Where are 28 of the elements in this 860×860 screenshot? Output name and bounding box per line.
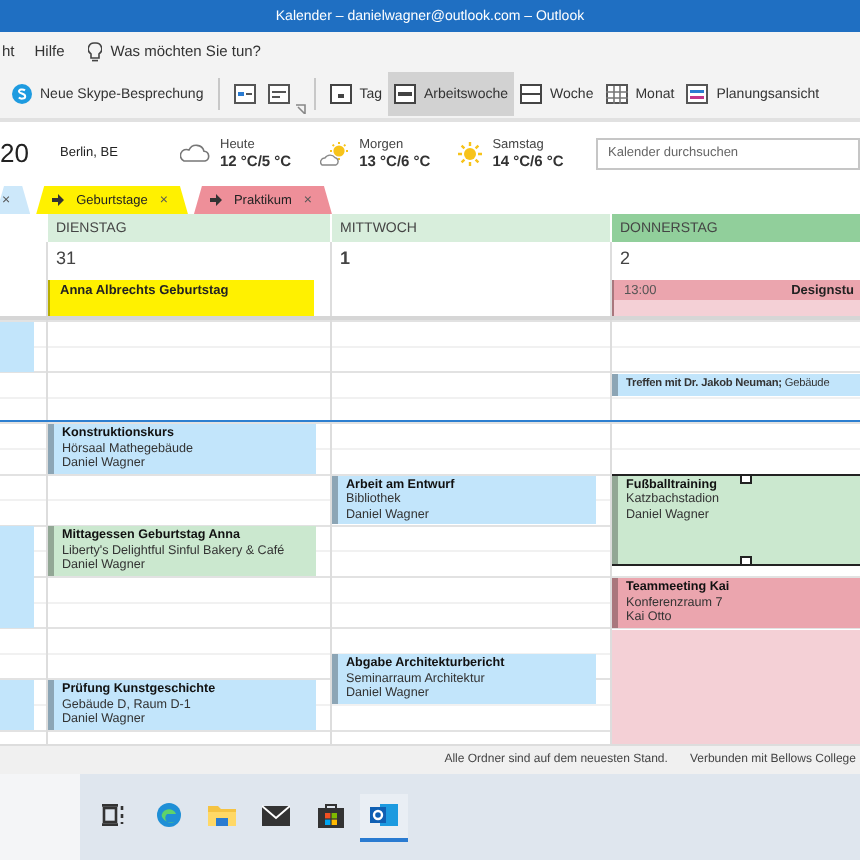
outlook-icon <box>370 802 398 828</box>
task-view-icon <box>102 804 126 826</box>
sun-cloud-icon <box>319 141 350 165</box>
arrow-icon <box>52 194 65 206</box>
calendar-icon <box>233 84 256 104</box>
arrow-icon <box>209 194 222 206</box>
store-icon <box>317 802 343 828</box>
week-view-icon <box>520 84 543 104</box>
date-number: 2 <box>618 248 633 272</box>
resize-handle[interactable] <box>739 555 751 564</box>
cloud-icon <box>180 144 210 162</box>
taskbar-button[interactable] <box>360 793 408 841</box>
lightbulb-icon <box>88 41 103 61</box>
schedule-view-icon <box>686 84 709 104</box>
day-view-icon <box>329 84 352 104</box>
date-number: 20 <box>0 138 31 168</box>
dialog-launcher-icon[interactable] <box>295 104 306 114</box>
skype-icon <box>12 84 32 104</box>
sun-icon <box>458 141 483 165</box>
folder-icon <box>208 803 236 827</box>
work-week-icon <box>394 84 417 104</box>
date-number: 1 <box>338 248 353 272</box>
calendar-icon <box>267 84 290 104</box>
date-number: 31 <box>54 248 79 272</box>
resize-handle[interactable] <box>739 475 751 484</box>
browser-icon <box>155 802 181 828</box>
month-view-icon <box>605 84 628 104</box>
mail-icon <box>262 804 290 826</box>
